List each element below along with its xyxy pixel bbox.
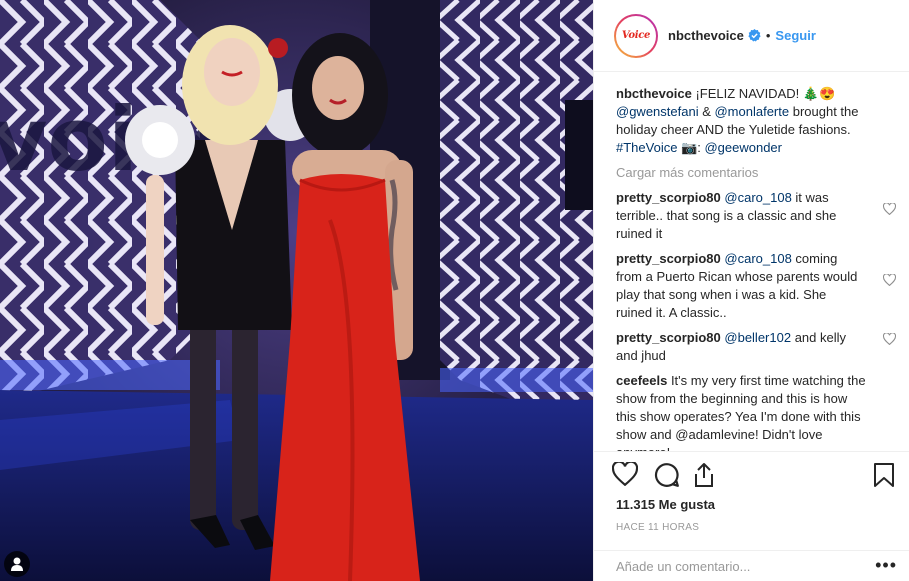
more-options-icon[interactable]: ••• <box>875 556 897 574</box>
action-icons-row <box>612 460 895 490</box>
photo-scene: voice <box>0 0 593 581</box>
comment-item: pretty_scorpio80 @caro_108 it was terrib… <box>616 189 896 243</box>
caption-text-4: 📷: <box>677 140 705 155</box>
caption-mention-monlaferte[interactable]: @monlaferte <box>714 104 789 119</box>
avatar[interactable]: Voice <box>614 13 658 58</box>
comment-username[interactable]: pretty_scorpio80 <box>616 330 721 345</box>
caption-mention-geewonder[interactable]: @geewonder <box>704 140 782 155</box>
header-separator: • <box>765 28 771 43</box>
follow-button[interactable]: Seguir <box>775 28 815 43</box>
comment-like-heart-icon[interactable] <box>883 274 896 286</box>
comment-username[interactable]: pretty_scorpio80 <box>616 251 721 266</box>
comment-icon[interactable] <box>654 462 680 488</box>
add-comment-input[interactable] <box>616 559 856 574</box>
post-side-panel: Voice nbcthevoice • Seguir nbcthevoice ¡… <box>593 0 909 581</box>
comment-item: pretty_scorpio80 @beller102 and kelly an… <box>616 329 896 365</box>
comment-item: ceefeels It's my very first time watchin… <box>616 372 866 451</box>
caption-hashtag[interactable]: #TheVoice <box>616 140 677 155</box>
post-timestamp[interactable]: HACE 11 HORAS <box>616 522 699 533</box>
comment-mention[interactable]: @caro_108 <box>724 251 791 266</box>
comment-like-heart-icon[interactable] <box>883 333 896 345</box>
post-photo[interactable]: voice <box>0 0 593 581</box>
post-header: Voice nbcthevoice • Seguir <box>594 0 909 72</box>
user-tag-icon[interactable] <box>4 551 30 577</box>
post-caption: nbcthevoice ¡FELIZ NAVIDAD! 🎄😍 @gwenstef… <box>616 85 886 157</box>
load-more-comments-link[interactable]: Cargar más comentarios <box>616 164 897 182</box>
comment-mention[interactable]: @beller102 <box>724 330 791 345</box>
comment-item: pretty_scorpio80 @caro_108 coming from a… <box>616 250 896 322</box>
comments-list[interactable]: nbcthevoice ¡FELIZ NAVIDAD! 🎄😍 @gwenstef… <box>616 85 897 451</box>
avatar-logo-text: Voice <box>621 30 651 41</box>
comment-username[interactable]: ceefeels <box>616 373 667 388</box>
share-icon[interactable] <box>692 462 716 488</box>
likes-count[interactable]: 11.315 Me gusta <box>616 497 715 512</box>
heart-icon[interactable] <box>612 462 638 486</box>
verified-badge-icon <box>748 29 761 42</box>
caption-mention-gwenstefani[interactable]: @gwenstefani <box>616 104 699 119</box>
comment-username[interactable]: pretty_scorpio80 <box>616 190 721 205</box>
bookmark-icon[interactable] <box>873 462 895 488</box>
caption-text-1: ¡FELIZ NAVIDAD! 🎄😍 <box>691 86 836 101</box>
comment-like-heart-icon[interactable] <box>883 203 896 215</box>
post-actions: 11.315 Me gusta HACE 11 HORAS ••• <box>594 451 909 581</box>
add-comment-bar: ••• <box>594 550 909 581</box>
post-username[interactable]: nbcthevoice <box>668 28 744 43</box>
caption-text-2: & <box>698 104 715 119</box>
caption-username[interactable]: nbcthevoice <box>616 86 692 101</box>
comment-mention[interactable]: @caro_108 <box>724 190 791 205</box>
